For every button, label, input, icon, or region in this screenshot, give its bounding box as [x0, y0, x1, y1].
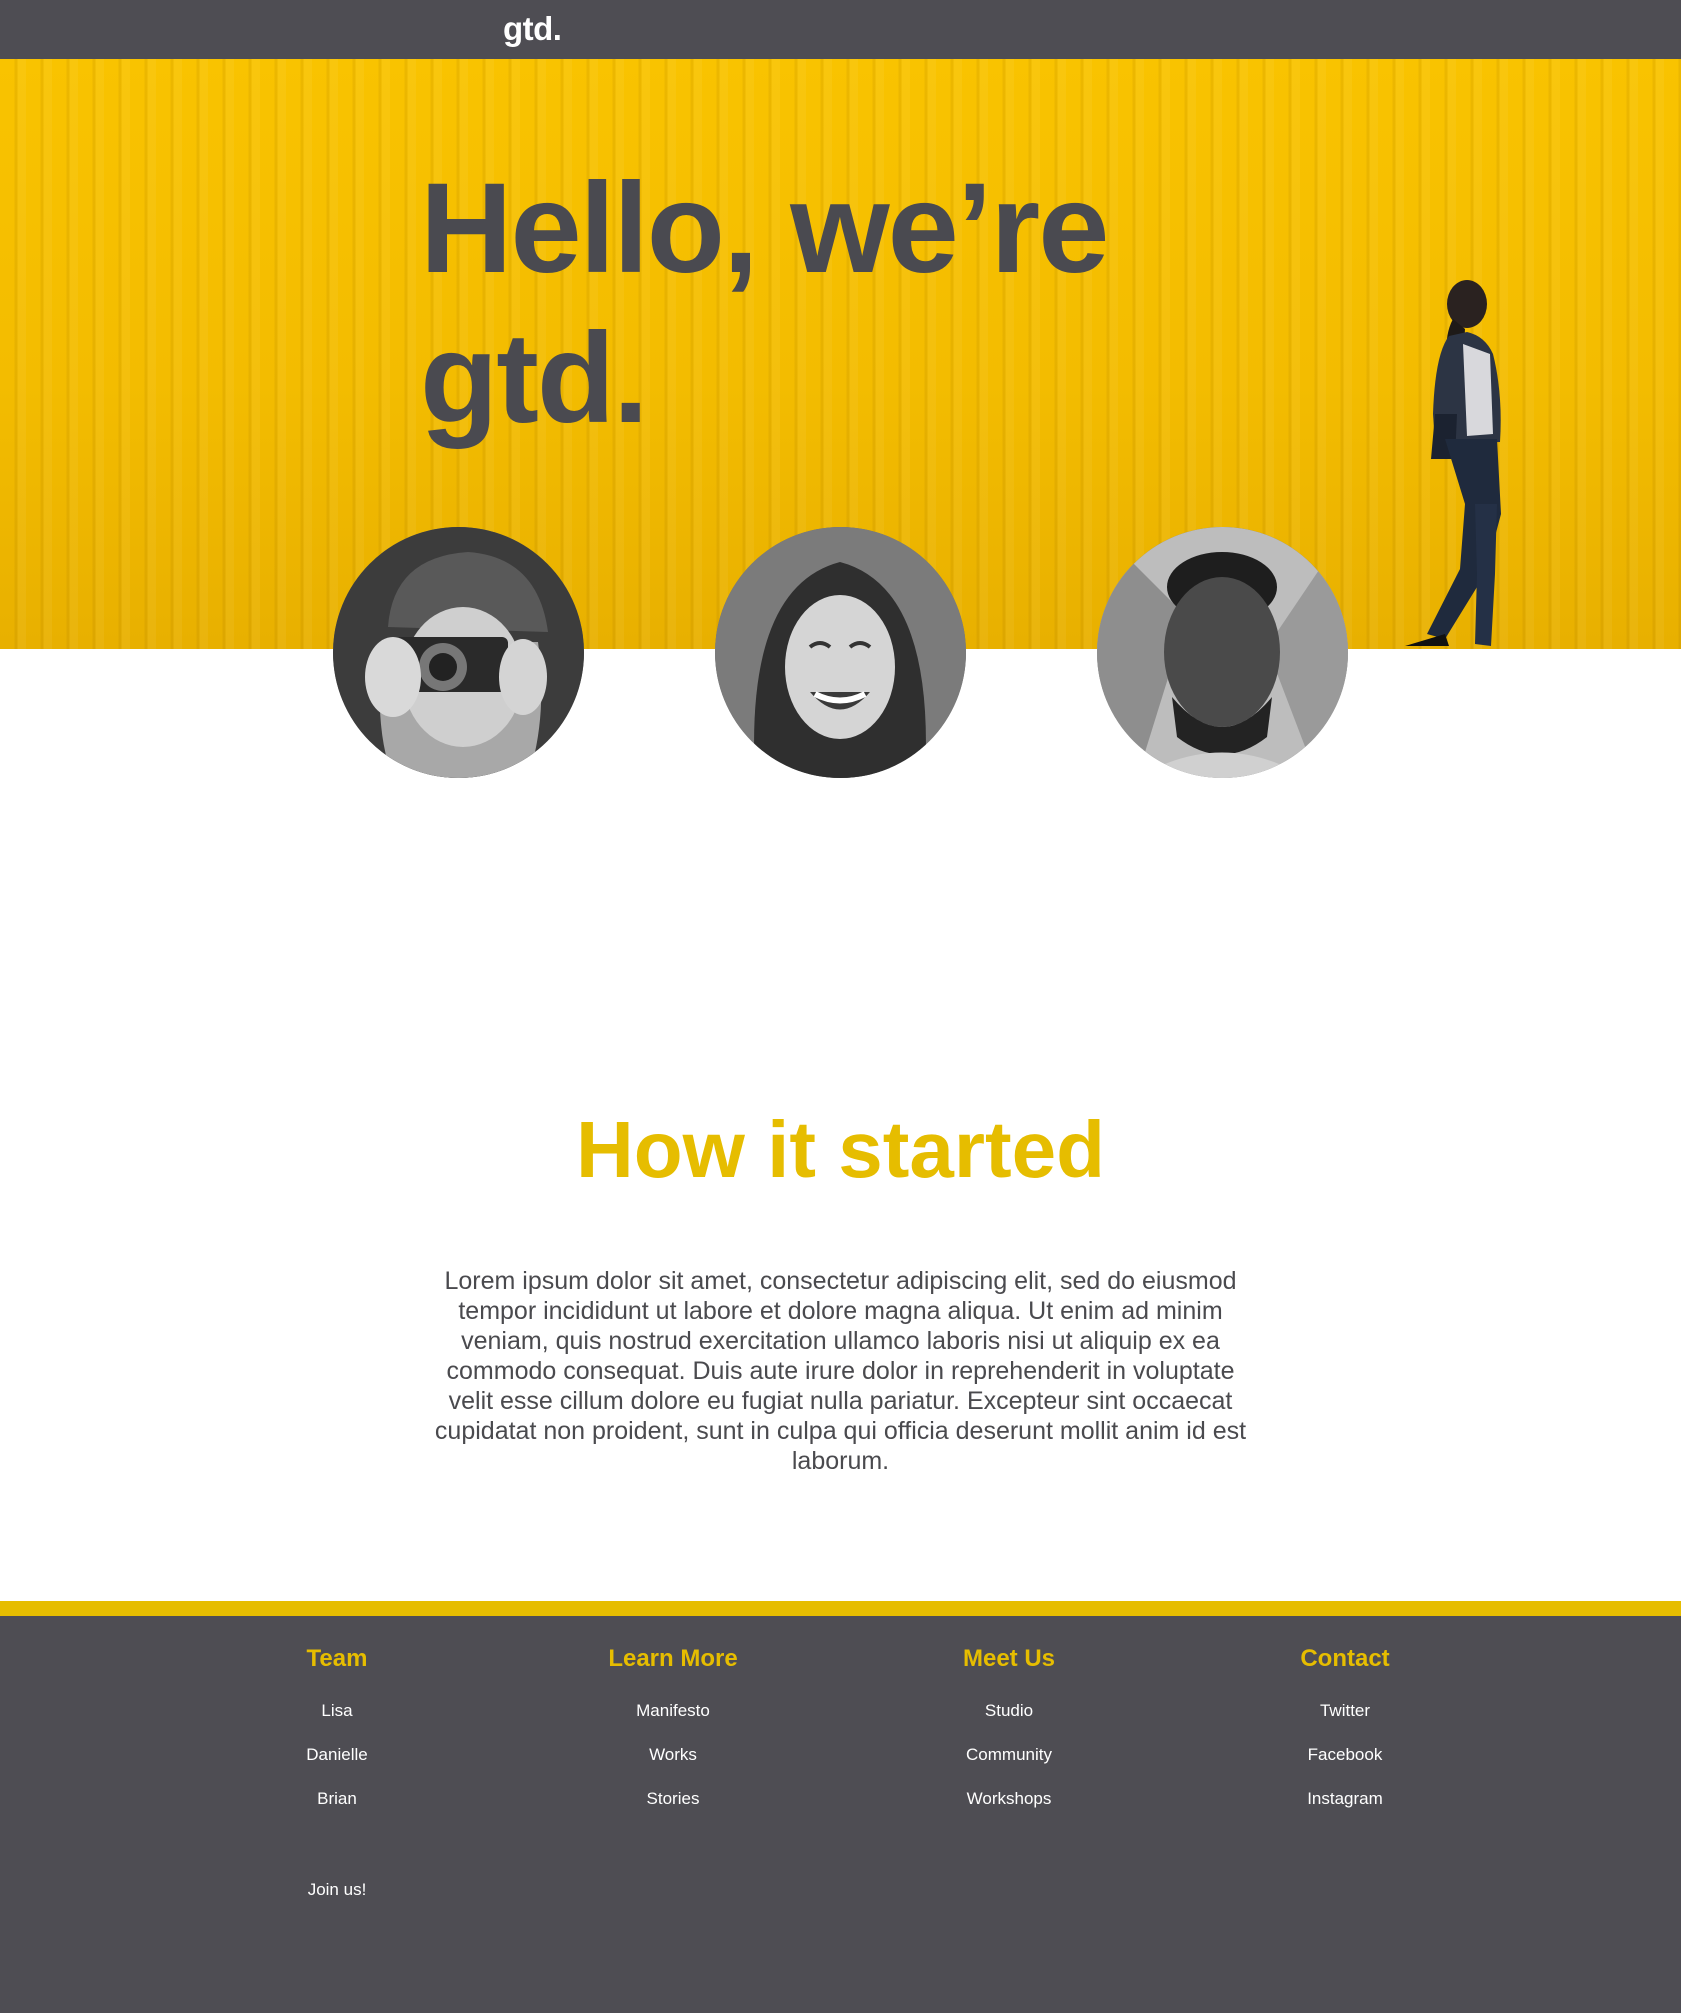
team-photo-man: [1097, 527, 1348, 778]
laughing-woman-image: [715, 527, 966, 778]
hero-title: Hello, we’re gtd.: [420, 154, 1180, 454]
walking-woman-image: [1405, 280, 1501, 646]
footer-link-works[interactable]: Works: [533, 1733, 813, 1777]
top-bar: gtd.: [0, 0, 1681, 59]
photographer-image: [333, 527, 584, 778]
footer-column-learn-more: Learn More Manifesto Works Stories: [533, 1644, 813, 1821]
footer-link-studio[interactable]: Studio: [869, 1689, 1149, 1733]
footer-column-contact: Contact Twitter Facebook Instagram: [1205, 1644, 1485, 1821]
footer-link-manifesto[interactable]: Manifesto: [533, 1689, 813, 1733]
footer: Team Lisa Danielle Brian Join us! Learn …: [0, 1616, 1681, 2013]
footer-link-instagram[interactable]: Instagram: [1205, 1777, 1485, 1821]
footer-column-team: Team Lisa Danielle Brian: [197, 1644, 477, 1821]
footer-link-lisa[interactable]: Lisa: [197, 1689, 477, 1733]
footer-accent-stripe: [0, 1601, 1681, 1616]
footer-link-community[interactable]: Community: [869, 1733, 1149, 1777]
team-photo-photographer: [333, 527, 584, 778]
footer-link-facebook[interactable]: Facebook: [1205, 1733, 1485, 1777]
footer-link-join-us[interactable]: Join us!: [197, 1878, 477, 1902]
footer-link-danielle[interactable]: Danielle: [197, 1733, 477, 1777]
footer-heading-contact: Contact: [1300, 1645, 1390, 1672]
man-image: [1097, 527, 1348, 778]
footer-heading-learn-more: Learn More: [608, 1645, 738, 1672]
hero-title-line-2: gtd.: [420, 307, 649, 450]
logo-link[interactable]: gtd.: [503, 10, 562, 48]
team-photo-laughing-woman: [715, 527, 966, 778]
footer-link-workshops[interactable]: Workshops: [869, 1777, 1149, 1821]
section-body: Lorem ipsum dolor sit amet, consectetur …: [434, 1267, 1247, 1475]
footer-heading-team: Team: [306, 1645, 368, 1672]
footer-heading-meet-us: Meet Us: [962, 1645, 1056, 1672]
footer-column-meet-us: Meet Us Studio Community Workshops: [869, 1644, 1149, 1821]
footer-link-twitter[interactable]: Twitter: [1205, 1689, 1485, 1733]
hero-title-line-1: Hello, we’re: [420, 157, 1109, 300]
footer-link-stories[interactable]: Stories: [533, 1777, 813, 1821]
section-title: How it started: [576, 1105, 1105, 1194]
footer-link-brian[interactable]: Brian: [197, 1777, 477, 1821]
